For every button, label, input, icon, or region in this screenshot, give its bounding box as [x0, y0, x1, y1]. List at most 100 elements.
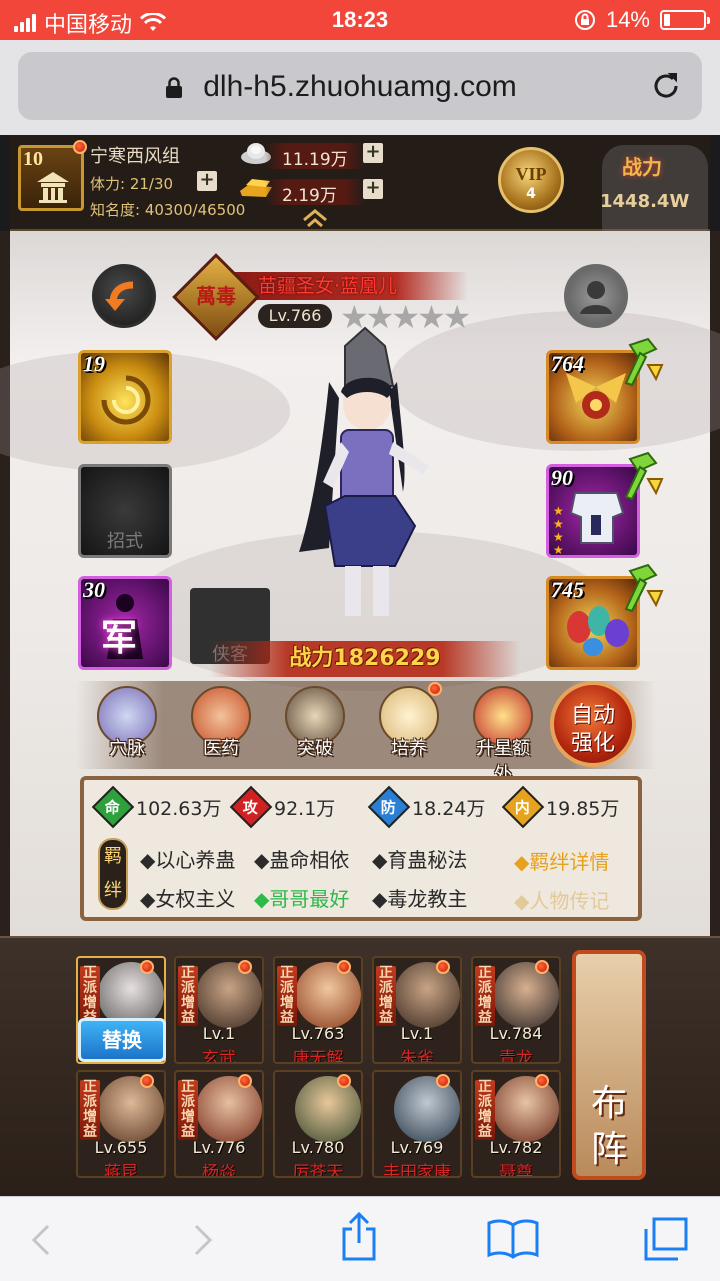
formation-hero[interactable]: 正派增益 Lv.1 玄武 [174, 956, 264, 1064]
internal-value: 19.85万 [546, 797, 620, 820]
faction-tag: 正派增益 [80, 1080, 100, 1140]
bond-tag: 羁绊 [98, 838, 128, 910]
upgrade-hammer-icon[interactable] [616, 561, 668, 613]
back-button[interactable] [92, 264, 156, 328]
vip-label: VIP [515, 164, 547, 184]
formation-hero[interactable]: 正派增益 Lv.782 聂尊 [471, 1070, 561, 1178]
hero-portrait [394, 962, 460, 1028]
add-gold-button[interactable]: + [363, 179, 383, 199]
hero-level: Lv.1 [400, 1024, 434, 1043]
bond-item-active: ◆哥哥最好 [254, 887, 350, 911]
stat-internal: 内 19.85万 [501, 785, 620, 829]
cultivate-button[interactable]: 培养 [374, 682, 444, 760]
formation-char-2: 阵 [590, 1129, 627, 1170]
swap-button[interactable]: 替换 [78, 1018, 166, 1062]
faction-tag: 正派增益 [475, 1080, 495, 1140]
formation-hero[interactable]: Lv.769 丰田家康 [372, 1070, 462, 1178]
share-icon[interactable] [338, 1211, 380, 1263]
faction-tag: 正派增益 [80, 966, 100, 1026]
skill-slot-1[interactable]: 19 [78, 350, 172, 444]
hero-name: 杨焱 [202, 1163, 236, 1178]
player-header: 10 宁寒西风组 体力: 21/30 + 知名度: 40300/46500 11… [10, 135, 710, 249]
hero-portrait [196, 962, 262, 1028]
bond-item: ◆育蛊秘法 [372, 848, 468, 872]
stamina-text: 体力: 21/30 [90, 175, 174, 193]
hero-name: 厉苍天 [292, 1163, 344, 1178]
player-avatar[interactable]: 10 [18, 140, 87, 211]
formation-hero[interactable]: 正派增益 Lv.763 唐无解 [273, 956, 363, 1064]
army-symbol: 军 [101, 617, 138, 659]
hero-level: Lv.782 [489, 1138, 543, 1157]
bond-item: ◆女权主义 [140, 887, 236, 911]
add-silver-button[interactable]: + [363, 143, 383, 163]
hero-name: 蒋昆 [104, 1163, 138, 1178]
formation-hero[interactable]: 正派增益 Lv.655 蒋昆 [76, 1070, 166, 1178]
back-arrow-icon [105, 281, 134, 311]
upgrade-hammer-icon[interactable] [616, 335, 668, 387]
notification-dot [535, 1074, 549, 1088]
meridian-label: 穴脉 [109, 738, 145, 759]
vip-badge[interactable]: VIP 4 [498, 147, 564, 213]
formation-button[interactable]: 布 阵 [572, 950, 646, 1180]
upgrade-hammer-icon[interactable] [616, 449, 668, 501]
bookmarks-icon[interactable] [486, 1217, 540, 1261]
notification-dot [436, 960, 450, 974]
slot-number: 30 [83, 577, 105, 602]
hero-name-banner: 苗疆圣女·蓝凰儿 [228, 272, 468, 300]
medicine-button[interactable]: 医药 [186, 686, 256, 760]
formation-hero[interactable]: Lv.780 厉苍天 [273, 1070, 363, 1178]
player-name: 宁寒西风组 [90, 146, 180, 167]
notification-dot [140, 960, 154, 974]
bond-details-link[interactable]: ◆羁绊详情 [514, 846, 609, 875]
browser-toolbar [0, 1196, 720, 1281]
hero-level: Lv.1 [202, 1024, 236, 1043]
notification-dot [337, 1074, 351, 1088]
medicine-label: 医药 [203, 738, 239, 759]
star-extra-button[interactable]: 升星额外 [468, 686, 538, 786]
address-bar[interactable]: dlh-h5.zhuohuamg.com [18, 52, 702, 120]
biography-link[interactable]: ◆人物传记 [514, 885, 609, 914]
back-icon[interactable] [28, 1223, 54, 1257]
moves-slot[interactable]: 招式 [78, 464, 172, 558]
battery-icon [660, 10, 710, 30]
formation-hero[interactable]: 正派增益 Lv.784 青龙 [471, 956, 561, 1064]
hero-name: 玄武 [202, 1049, 236, 1064]
faction-tag: 正派增益 [475, 966, 495, 1026]
hero-portrait [295, 1076, 361, 1142]
notification-dot [428, 682, 442, 696]
defense-icon: 防 [367, 785, 411, 829]
auto-enhance-button[interactable]: 自动 强化 [550, 681, 636, 767]
hero-name: 青龙 [499, 1049, 533, 1064]
meridian-button[interactable]: 穴脉 [92, 686, 162, 760]
hero-figure [299, 326, 429, 616]
hero-level: Lv.776 [192, 1138, 246, 1157]
hero-level: Lv.766 [258, 304, 332, 328]
cultivate-label: 培养 [391, 738, 427, 759]
hero-menu-button[interactable] [564, 264, 628, 328]
hero-portrait [493, 962, 559, 1028]
silver-amount: 11.19万 [282, 150, 348, 170]
forward-icon[interactable] [190, 1223, 216, 1257]
formation-hero[interactable]: 正派增益 Lv.776 杨焱 [174, 1070, 264, 1178]
hp-value: 102.63万 [136, 797, 222, 820]
notification-dot [337, 960, 351, 974]
chevron-up-icon[interactable] [300, 208, 330, 228]
reload-icon[interactable] [650, 70, 682, 102]
hero-name: 丰田家康 [383, 1163, 451, 1178]
warrior-icon [580, 281, 612, 314]
add-stamina-button[interactable]: + [197, 171, 217, 191]
hero-level: Lv.769 [390, 1138, 444, 1157]
army-slot[interactable]: 军 30 [78, 576, 172, 670]
hero-level: Lv.780 [291, 1138, 345, 1157]
url-text: dlh-h5.zhuohuamg.com [203, 70, 517, 103]
tabs-icon[interactable] [640, 1215, 692, 1263]
house-icon [37, 172, 69, 203]
formation-hero[interactable]: 正派增益 Lv.1 朱雀 [372, 956, 462, 1064]
faction-tag: 正派增益 [277, 966, 297, 1026]
player-level: 10 [23, 148, 43, 170]
faction-badge-text: 萬毒 [196, 286, 236, 308]
hero-title: 苗疆圣女·蓝凰儿 [258, 275, 398, 297]
browser-url-area: dlh-h5.zhuohuamg.com [0, 40, 720, 135]
stat-attack: 攻 92.1万 [229, 785, 335, 829]
breakthrough-button[interactable]: 突破 [280, 686, 350, 760]
